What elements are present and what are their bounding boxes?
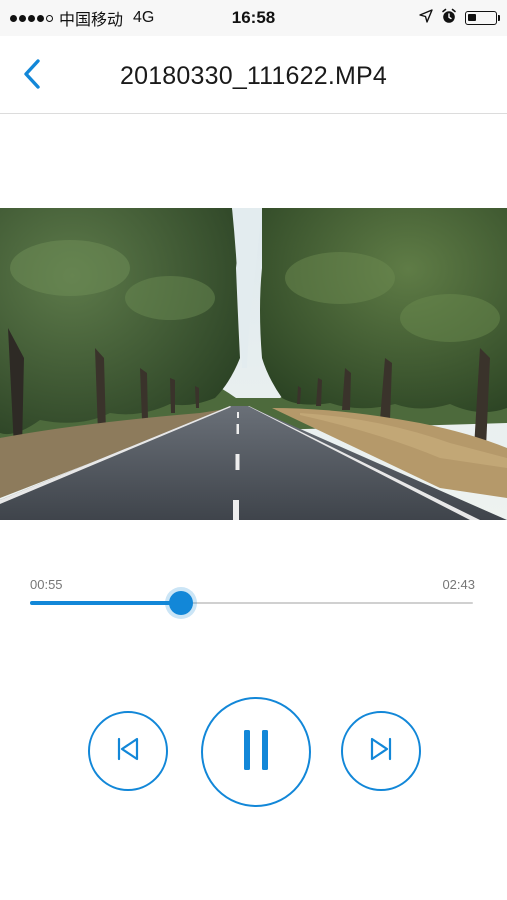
alarm-clock-icon bbox=[441, 8, 457, 29]
status-right bbox=[419, 8, 500, 29]
signal-dot bbox=[46, 14, 53, 22]
skip-next-icon bbox=[368, 736, 394, 767]
signal-dot bbox=[19, 14, 26, 22]
signal-strength-icon bbox=[10, 14, 53, 22]
pause-button[interactable] bbox=[201, 697, 311, 807]
skip-previous-icon bbox=[115, 736, 141, 767]
seek-bar[interactable] bbox=[30, 591, 473, 615]
current-time: 00:55 bbox=[30, 577, 63, 592]
status-left: 中国移动 4G bbox=[10, 9, 155, 29]
signal-dot bbox=[37, 14, 44, 22]
signal-dot bbox=[10, 14, 17, 22]
battery-level bbox=[468, 14, 476, 21]
network-type: 4G bbox=[133, 9, 155, 26]
next-button[interactable] bbox=[341, 711, 421, 791]
carrier-name: 中国移动 bbox=[59, 12, 124, 29]
page-title: 20180330_111622.MP4 bbox=[120, 62, 387, 90]
seek-progress bbox=[30, 601, 181, 605]
signal-dot bbox=[28, 14, 35, 22]
video-frame[interactable] bbox=[0, 208, 507, 520]
total-duration: 02:43 bbox=[442, 577, 475, 592]
battery-icon bbox=[465, 11, 500, 25]
battery-cap bbox=[498, 15, 500, 21]
video-still-road-trees bbox=[0, 208, 507, 520]
navigation-bar: 20180330_111622.MP4 bbox=[0, 36, 507, 114]
status-bar: 中国移动 4G 16:58 bbox=[0, 0, 507, 36]
previous-button[interactable] bbox=[88, 711, 168, 791]
seek-thumb[interactable] bbox=[168, 591, 193, 615]
pause-icon bbox=[241, 728, 271, 777]
location-arrow-icon bbox=[419, 8, 433, 28]
